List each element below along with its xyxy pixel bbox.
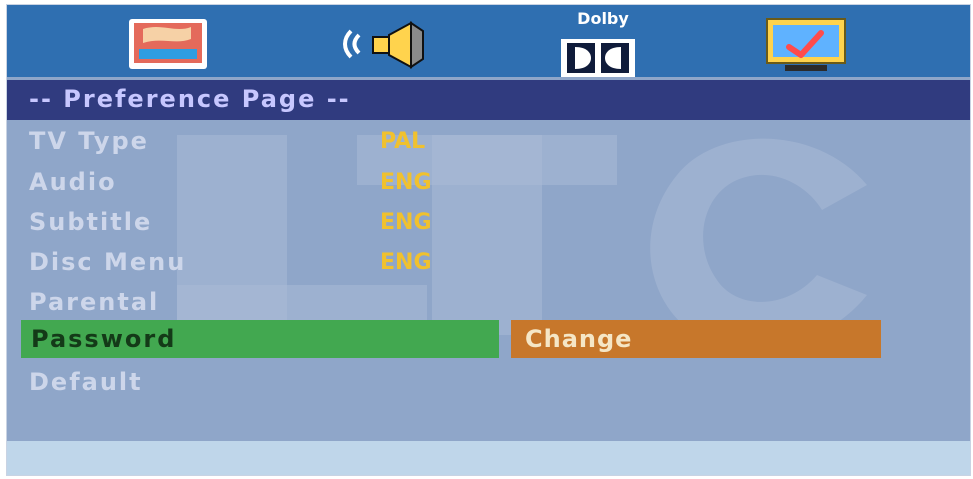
top-tab-bar: Dolby xyxy=(7,5,970,77)
menu-item-default[interactable]: Default xyxy=(29,368,143,396)
picture-icon xyxy=(129,19,207,69)
footer-strip xyxy=(7,441,970,475)
disc-menu-value: ENG xyxy=(380,250,432,275)
speaker-icon xyxy=(343,21,424,69)
preference-page-header: -- Preference Page -- xyxy=(7,80,970,120)
preferences-monitor-icon xyxy=(766,18,846,71)
menu-item-parental[interactable]: Parental xyxy=(29,288,159,316)
dolby-icon xyxy=(561,39,635,77)
password-change-option[interactable]: Change xyxy=(511,320,881,358)
menu-item-password[interactable]: Password xyxy=(21,320,499,358)
preference-tab[interactable] xyxy=(759,13,859,73)
menu-item-disc-menu[interactable]: Disc Menu xyxy=(29,248,186,276)
menu-item-subtitle[interactable]: Subtitle xyxy=(29,208,152,236)
page-title: -- Preference Page -- xyxy=(29,85,351,113)
subtitle-value: ENG xyxy=(380,210,432,235)
tv-type-value: PAL xyxy=(380,129,426,154)
audio-tab[interactable] xyxy=(333,13,433,73)
password-label: Password xyxy=(31,325,177,353)
picture-tab[interactable] xyxy=(121,13,221,73)
change-label: Change xyxy=(525,325,633,353)
menu-item-audio[interactable]: Audio xyxy=(29,168,117,196)
dolby-tab[interactable]: Dolby xyxy=(547,9,647,77)
audio-value: ENG xyxy=(380,170,432,195)
menu-item-tv-type[interactable]: TV Type xyxy=(29,127,149,155)
ltc-watermark xyxy=(177,135,867,350)
osd-screen: Dolby -- Preference Page -- TV Type PAL … xyxy=(6,4,971,476)
